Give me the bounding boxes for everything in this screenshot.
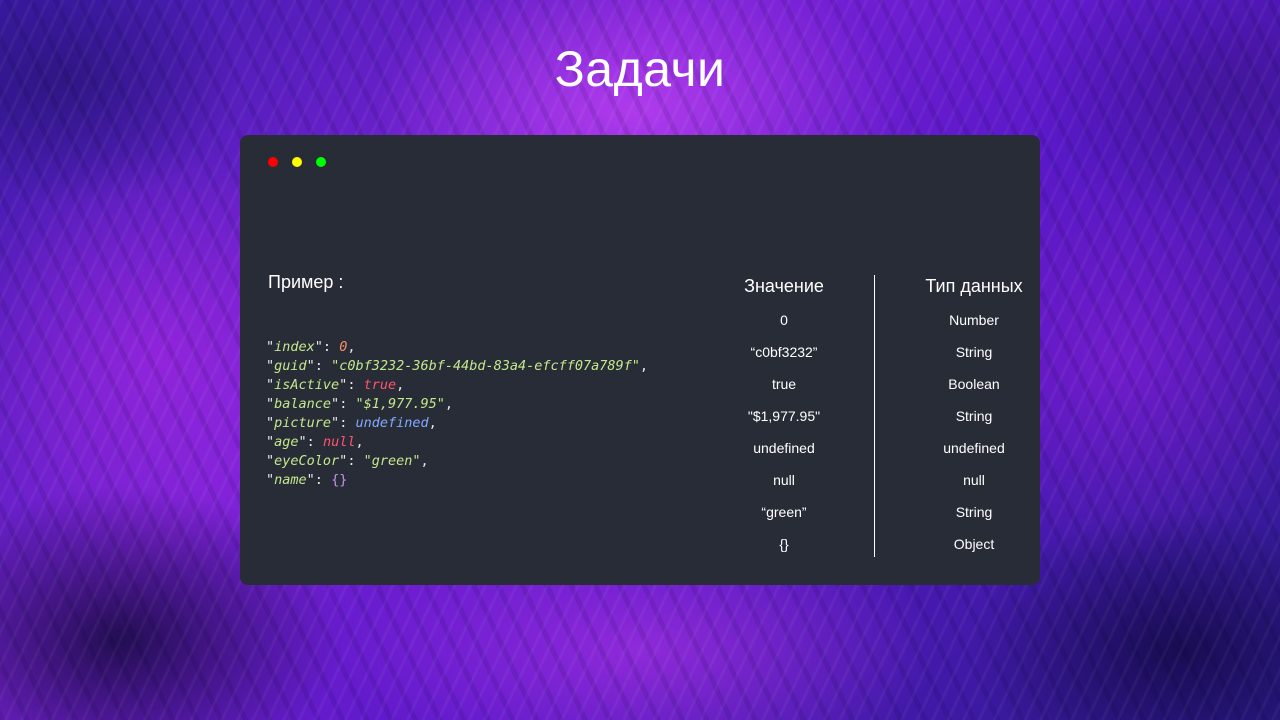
window-controls xyxy=(268,157,326,167)
value-cell: undefined xyxy=(753,440,815,456)
value-cell: "$1,977.95" xyxy=(747,408,821,424)
code-value: undefined xyxy=(355,415,429,431)
code-block: "index": 0, "guid": "c0bf3232-36bf-44bd-8… xyxy=(266,338,648,490)
code-separator: : xyxy=(347,377,364,393)
code-key: eyeColor xyxy=(274,453,340,469)
type-cell: null xyxy=(963,472,985,488)
code-line: "name": {} xyxy=(266,472,348,488)
code-key: balance xyxy=(274,396,332,412)
code-value: {} xyxy=(331,472,348,488)
value-cell: “green” xyxy=(761,504,807,520)
code-key: index xyxy=(274,339,315,355)
code-line: "isActive": true, xyxy=(266,377,405,393)
code-separator: : xyxy=(314,358,332,374)
code-value: "c0bf3232-36bf-44bd-83a4-efcff07a789f" xyxy=(331,358,640,374)
code-key: age xyxy=(274,434,299,450)
code-value: null xyxy=(322,434,356,450)
code-window: Пример : "index": 0, "guid": "c0bf3232-36… xyxy=(240,135,1040,585)
code-separator: : xyxy=(347,453,364,469)
value-column: 0 “c0bf3232” true "$1,977.95" undefined null “… xyxy=(694,312,874,568)
code-line: "picture": undefined, xyxy=(266,415,437,431)
code-value: true xyxy=(363,377,397,393)
code-separator: : xyxy=(339,396,356,412)
value-cell: “c0bf3232” xyxy=(750,344,818,360)
code-line: "age": null, xyxy=(266,434,364,450)
code-trailing: , xyxy=(444,396,453,412)
code-trailing: , xyxy=(428,415,437,431)
value-cell: true xyxy=(771,376,797,392)
code-value: "$1,977.95" xyxy=(355,396,445,412)
value-cell: null xyxy=(773,472,795,488)
type-cell: Object xyxy=(953,536,995,552)
type-column-header: Тип данных xyxy=(925,276,1023,296)
type-cell: Boolean xyxy=(948,376,1000,392)
column-divider xyxy=(874,275,875,557)
page-title: Задачи xyxy=(554,41,726,97)
code-key: name xyxy=(274,472,307,488)
code-line: "index": 0, xyxy=(266,339,356,355)
value-cell: 0 xyxy=(780,312,788,328)
code-trailing: , xyxy=(420,453,429,469)
type-cell: String xyxy=(955,344,993,360)
type-cell: Number xyxy=(949,312,999,328)
type-cell: undefined xyxy=(943,440,1005,456)
code-line: "guid": "c0bf3232-36bf-44bd-83a4-efcff07… xyxy=(266,358,649,374)
code-line: "eyeColor": "green", xyxy=(266,453,429,469)
code-value: "green" xyxy=(363,453,421,469)
code-separator: : xyxy=(339,415,356,431)
code-key: guid xyxy=(274,358,307,374)
code-trailing: , xyxy=(396,377,405,393)
type-cell: String xyxy=(955,504,993,520)
type-column: Number String Boolean String undefined null St… xyxy=(884,312,1064,568)
code-trailing: , xyxy=(639,358,649,374)
code-key: picture xyxy=(274,415,332,431)
type-cell: String xyxy=(955,408,993,424)
minimize-dot xyxy=(292,157,302,167)
code-trailing: , xyxy=(347,339,356,355)
value-column-header: Значение xyxy=(744,276,824,296)
code-separator: : xyxy=(314,472,332,488)
code-key: isActive xyxy=(274,377,340,393)
example-label: Пример : xyxy=(268,272,344,292)
code-line: "balance": "$1,977.95", xyxy=(266,396,453,412)
code-separator: : xyxy=(306,434,323,450)
code-trailing: , xyxy=(355,434,364,450)
value-cell: {} xyxy=(779,536,789,552)
close-dot xyxy=(268,157,278,167)
maximize-dot xyxy=(316,157,326,167)
code-separator: : xyxy=(322,339,340,355)
